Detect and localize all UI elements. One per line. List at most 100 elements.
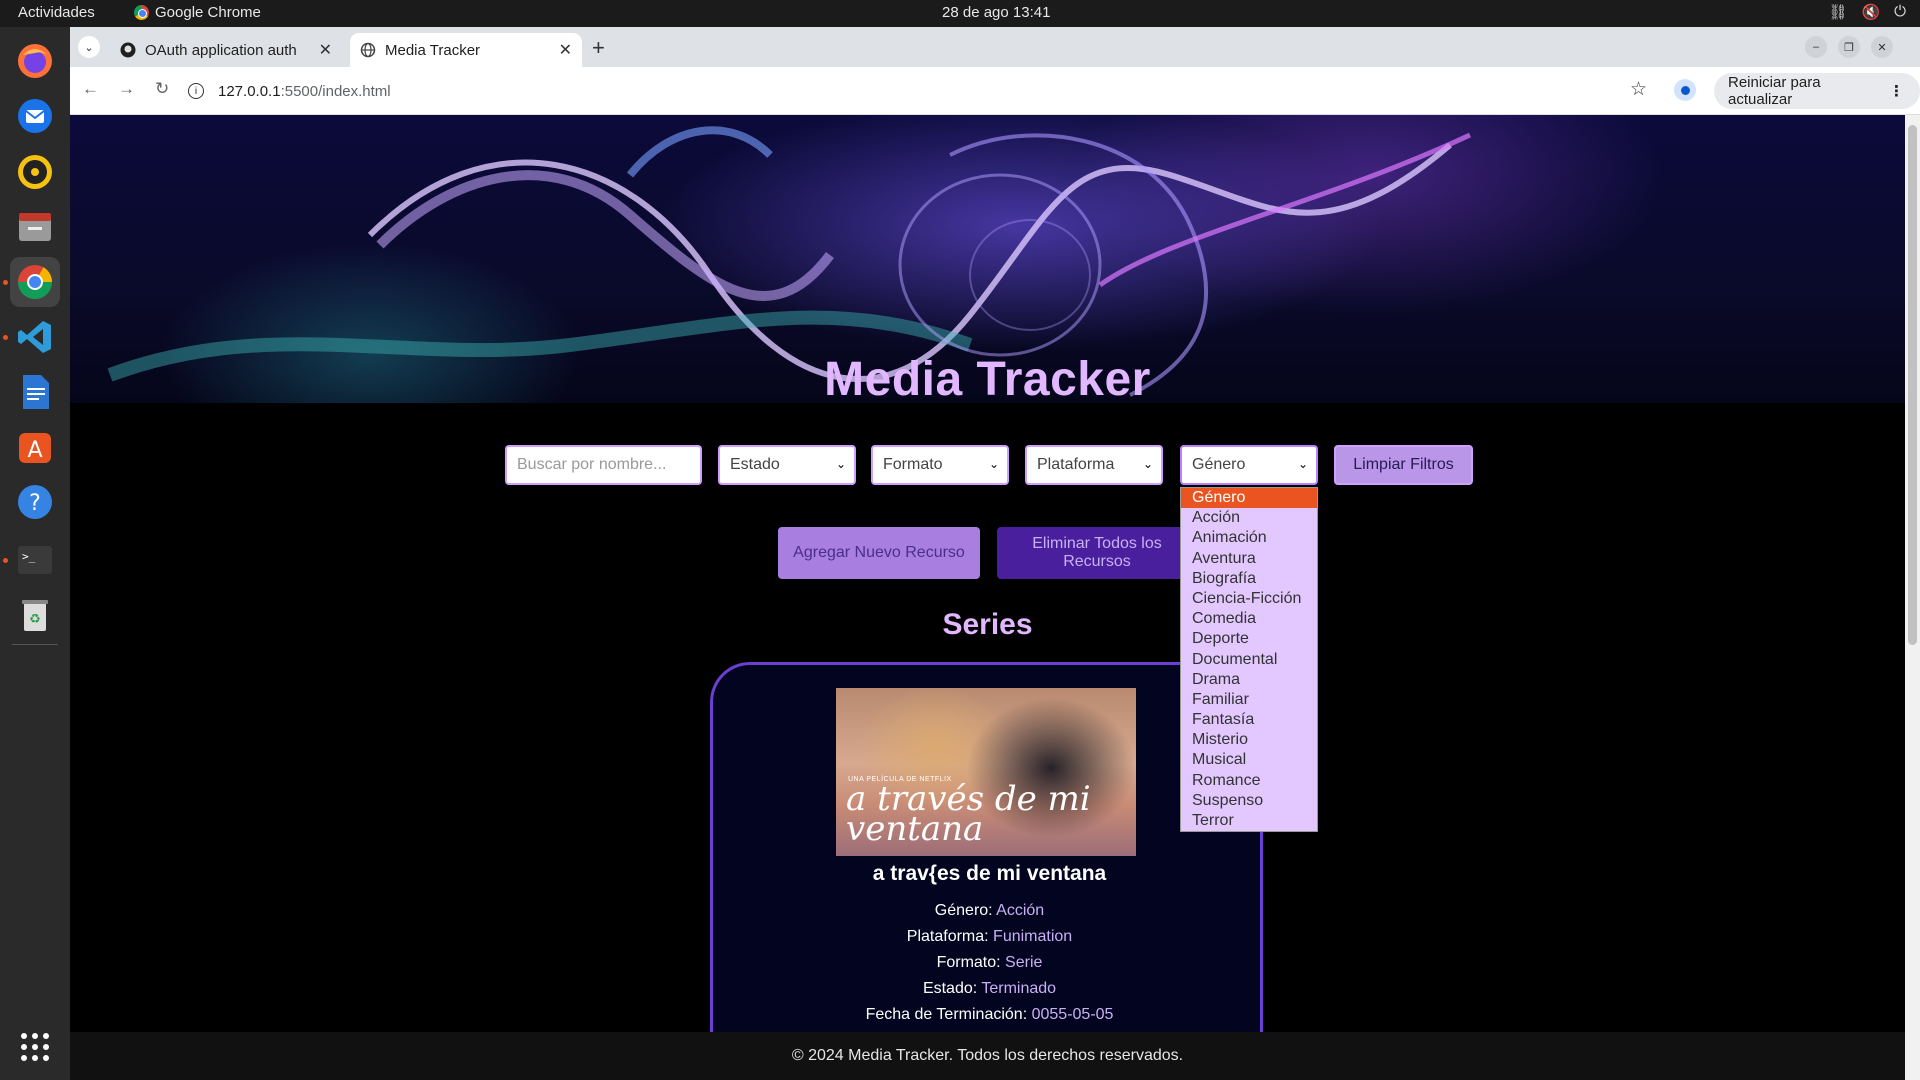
terminal-icon[interactable]: >_ <box>10 535 60 585</box>
page-viewport: Media Tracker Buscar por nombre... Estad… <box>70 115 1905 1080</box>
browser-toolbar: ← → ↻ i 127.0.0.1:5500/index.html ☆ Rein… <box>70 67 1920 115</box>
tab-search-button[interactable]: ⌄ <box>78 36 100 58</box>
tab-title: OAuth application auth <box>145 41 297 59</box>
plataforma-select[interactable]: Plataforma ⌄ <box>1025 445 1163 485</box>
dropdown-option[interactable]: Género <box>1181 488 1317 509</box>
dropdown-option[interactable]: Suspenso <box>1181 791 1317 811</box>
add-resource-button[interactable]: Agregar Nuevo Recurso <box>778 527 980 579</box>
dropdown-option[interactable]: Deporte <box>1181 629 1317 649</box>
estado-select-value: Estado <box>730 456 780 473</box>
minimize-icon[interactable]: – <box>1805 36 1827 58</box>
media-name: a trav{es de mi ventana <box>872 862 1107 885</box>
clock[interactable]: 28 de ago 13:41 <box>942 4 1050 21</box>
field-value: 0055-05-05 <box>1031 1006 1114 1023</box>
app-menu[interactable]: Google Chrome <box>134 4 261 21</box>
field-genero: Género: Acción <box>713 902 1266 920</box>
firefox-icon[interactable] <box>10 36 60 86</box>
field-label: Estado: <box>922 980 978 997</box>
close-window-icon[interactable]: ✕ <box>1871 36 1893 58</box>
network-icon: ⛓ <box>1828 4 1848 21</box>
field-plataforma: Plataforma: Funimation <box>713 928 1266 946</box>
writer-icon[interactable] <box>10 367 60 417</box>
power-icon: ⏻ <box>1894 3 1906 20</box>
dropdown-option[interactable]: Acción <box>1181 508 1317 528</box>
formato-select[interactable]: Formato ⌄ <box>871 445 1009 485</box>
dropdown-option[interactable]: Animación <box>1181 528 1317 548</box>
address-bar[interactable]: i 127.0.0.1:5500/index.html <box>188 75 1728 107</box>
genero-select[interactable]: Género ⌄ <box>1180 445 1318 485</box>
estado-select[interactable]: Estado ⌄ <box>718 445 856 485</box>
github-icon <box>120 42 136 58</box>
vscode-icon[interactable] <box>10 312 60 362</box>
dropdown-option[interactable]: Familiar <box>1181 690 1317 710</box>
thunderbird-icon[interactable] <box>10 91 60 141</box>
dock: A ? >_ ♻ <box>0 27 70 1080</box>
field-value: Acción <box>996 902 1045 919</box>
dropdown-option[interactable]: Aventura <box>1181 549 1317 569</box>
field-label: Formato: <box>936 954 1001 971</box>
running-indicator <box>3 558 8 563</box>
reload-icon[interactable]: ↻ <box>155 79 169 99</box>
field-value: Terminado <box>981 980 1057 997</box>
new-tab-icon[interactable]: + <box>592 35 605 61</box>
chrome-icon[interactable] <box>10 257 60 307</box>
dropdown-option[interactable]: Fantasía <box>1181 710 1317 730</box>
poster-image: UNA PELÍCULA DE NETFLIX a través de mi v… <box>836 688 1136 856</box>
poster-title: a través de mi ventana <box>846 779 1091 849</box>
dropdown-option[interactable]: Ciencia-Ficción <box>1181 589 1317 609</box>
dropdown-option[interactable]: Drama <box>1181 670 1317 690</box>
field-label: Género: <box>934 902 993 919</box>
chevron-down-icon: ⌄ <box>84 41 94 54</box>
bookmark-star-icon[interactable]: ☆ <box>1630 78 1647 101</box>
trash-icon[interactable]: ♻ <box>10 590 60 640</box>
app-center-icon[interactable]: A <box>10 422 60 472</box>
back-icon[interactable]: ← <box>82 79 99 99</box>
tab-title: Media Tracker <box>385 41 481 59</box>
running-indicator <box>3 335 8 340</box>
forward-icon[interactable]: → <box>118 79 135 99</box>
close-icon[interactable]: ✕ <box>559 40 572 60</box>
field-estado: Estado: Terminado <box>713 980 1266 998</box>
running-indicator <box>3 280 8 285</box>
svg-text:♻: ♻ <box>29 612 41 627</box>
close-icon[interactable]: ✕ <box>319 40 332 60</box>
clear-filters-button[interactable]: Limpiar Filtros <box>1334 445 1473 485</box>
system-tray[interactable]: ⛓ 🔇 ⏻ <box>1828 3 1906 21</box>
dropdown-option[interactable]: Comedia <box>1181 609 1317 629</box>
tab-oauth[interactable]: OAuth application auth ✕ <box>110 33 342 67</box>
chevron-down-icon: ⌄ <box>1297 457 1308 471</box>
dropdown-option[interactable]: Musical <box>1181 750 1317 770</box>
page-scrollbar[interactable] <box>1905 115 1920 1080</box>
svg-text:?: ? <box>29 491 41 516</box>
site-info-icon[interactable]: i <box>188 83 204 99</box>
field-label: Plataforma: <box>906 928 989 945</box>
files-icon[interactable] <box>10 202 60 252</box>
volume-icon: 🔇 <box>1861 4 1881 21</box>
show-apps-icon[interactable] <box>10 1022 60 1072</box>
globe-icon <box>360 42 376 58</box>
profile-avatar[interactable] <box>1674 79 1696 101</box>
plataforma-select-value: Plataforma <box>1037 456 1115 473</box>
scrollbar-thumb[interactable] <box>1908 125 1917 645</box>
dropdown-option[interactable]: Romance <box>1181 771 1317 791</box>
delete-all-button[interactable]: Eliminar Todos los Recursos <box>997 527 1197 579</box>
tab-strip: ⌄ OAuth application auth ✕ Media Tracker… <box>70 27 1920 67</box>
help-icon[interactable]: ? <box>10 477 60 527</box>
relaunch-button[interactable]: Reiniciar para actualizar ⋮ <box>1714 73 1920 109</box>
tab-media-tracker[interactable]: Media Tracker ✕ <box>350 33 582 67</box>
svg-text:>_: >_ <box>22 550 36 563</box>
more-menu-icon[interactable]: ⋮ <box>1889 82 1904 100</box>
page-footer: © 2024 Media Tracker. Todos los derechos… <box>70 1032 1905 1080</box>
dropdown-option[interactable]: Documental <box>1181 650 1317 670</box>
search-input[interactable]: Buscar por nombre... <box>505 445 702 485</box>
dropdown-option[interactable]: Biografía <box>1181 569 1317 589</box>
activities-button[interactable]: Actividades <box>18 4 95 21</box>
dropdown-option[interactable]: Misterio <box>1181 730 1317 750</box>
url-host: 127.0.0.1 <box>218 82 281 100</box>
dropdown-option[interactable]: Terror <box>1181 811 1317 831</box>
page-title: Media Tracker <box>824 353 1151 403</box>
field-value: Funimation <box>993 928 1073 945</box>
browser-window: ⌄ OAuth application auth ✕ Media Tracker… <box>70 27 1920 1080</box>
restore-icon[interactable]: ❐ <box>1838 36 1860 58</box>
rhythmbox-icon[interactable] <box>10 147 60 197</box>
